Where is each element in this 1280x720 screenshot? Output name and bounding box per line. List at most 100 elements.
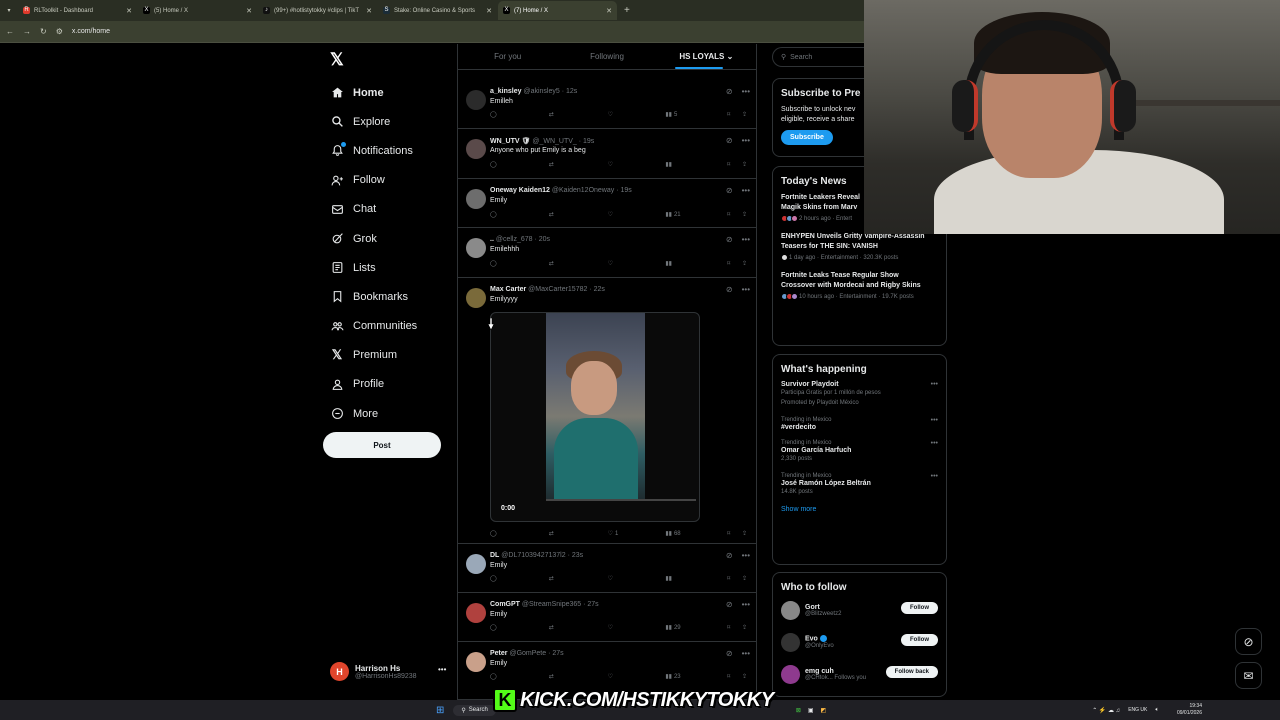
close-icon[interactable]: ✕ xyxy=(126,7,132,15)
close-icon[interactable]: ✕ xyxy=(246,7,252,15)
bookmark-icon[interactable]: ⌑ xyxy=(727,530,742,537)
views-button[interactable]: ▮▮ 21 xyxy=(665,211,727,219)
tab-following[interactable]: Following xyxy=(557,52,656,61)
tweet-author[interactable]: Max Carter xyxy=(490,286,526,293)
tab-hs-loyals[interactable]: HS LOYALS ⌄ xyxy=(657,52,756,61)
reply-icon[interactable]: ◯ xyxy=(490,575,549,582)
url-field[interactable]: x.com/home xyxy=(72,28,110,35)
more-options-icon[interactable]: ••• xyxy=(931,417,938,424)
more-options-icon[interactable]: ••• xyxy=(742,186,750,195)
grok-icon[interactable]: ⊘ xyxy=(1235,628,1262,655)
more-options-icon[interactable]: ••• xyxy=(931,473,938,480)
like-button[interactable]: ♡ 1 xyxy=(608,530,666,538)
browser-tab[interactable]: S Stake: Online Casino & Sports ✕ xyxy=(378,1,497,20)
news-item[interactable]: ENHYPEN Unveils Gritty Vampire-Assassin … xyxy=(781,232,938,261)
more-options-icon[interactable]: ••• xyxy=(742,136,750,145)
avatar[interactable] xyxy=(466,288,486,308)
windows-start-icon[interactable]: ⊞ xyxy=(436,705,444,716)
avatar[interactable] xyxy=(466,554,486,574)
retweet-icon[interactable]: ⇄ xyxy=(549,673,608,680)
sidebar-item-home[interactable]: Home xyxy=(330,78,417,107)
forward-icon[interactable]: → xyxy=(23,27,31,36)
more-options-icon[interactable]: ••• xyxy=(931,381,938,388)
tweet[interactable]: a_kinsley @akinsley5 · 12s ⊘ ••• Emilleh… xyxy=(458,80,756,129)
search-input[interactable]: ⚲ Search xyxy=(772,47,864,67)
more-options-icon[interactable]: ••• xyxy=(931,440,938,447)
tweet[interactable]: Max Carter @MaxCarter15782 · 22s ⊘ ••• E… xyxy=(458,278,756,544)
views-button[interactable]: ▮▮ 23 xyxy=(665,673,727,681)
messages-icon[interactable]: ✉ xyxy=(1235,662,1262,689)
tweet-author[interactable]: WN_UTV 🛡 xyxy=(490,138,530,145)
share-icon[interactable]: ⇪ xyxy=(742,211,750,218)
bookmark-icon[interactable]: ⌑ xyxy=(727,211,742,218)
like-button[interactable]: ♡ xyxy=(608,624,666,631)
share-icon[interactable]: ⇪ xyxy=(742,575,750,582)
grok-icon[interactable]: ⊘ xyxy=(726,551,733,560)
bookmark-icon[interactable]: ⌑ xyxy=(727,624,742,631)
clock[interactable]: 19:34 09/01/2026 xyxy=(1177,703,1202,717)
follow-back-button[interactable]: Follow back xyxy=(885,666,938,678)
grok-icon[interactable]: ⊘ xyxy=(726,235,733,244)
sidebar-item-explore[interactable]: Explore xyxy=(330,107,417,136)
retweet-icon[interactable]: ⇄ xyxy=(549,211,608,218)
video-player[interactable]: 0:00 xyxy=(490,312,700,522)
tweet-author[interactable]: a_kinsley xyxy=(490,88,522,95)
tab-for-you[interactable]: For you xyxy=(458,52,557,61)
close-icon[interactable]: ✕ xyxy=(366,7,372,15)
retweet-icon[interactable]: ⇄ xyxy=(549,260,608,267)
browser-tab[interactable]: X (5) Home / X ✕ xyxy=(138,1,257,20)
reply-icon[interactable]: ◯ xyxy=(490,161,549,168)
like-button[interactable]: ♡ xyxy=(608,211,666,218)
reply-icon[interactable]: ◯ xyxy=(490,530,549,537)
views-button[interactable]: ▮▮ xyxy=(665,260,727,267)
reply-icon[interactable]: ◯ xyxy=(490,624,549,631)
trend-item[interactable]: Trending in Mexico #verdecito ••• xyxy=(781,417,938,431)
sidebar-item-grok[interactable]: Grok xyxy=(330,224,417,253)
volume-icon[interactable]: 🔈︎ xyxy=(1155,707,1159,714)
tweet-author[interactable]: Peter xyxy=(490,650,508,657)
retweet-icon[interactable]: ⇄ xyxy=(549,624,608,631)
more-options-icon[interactable]: ••• xyxy=(742,235,750,244)
bookmark-icon[interactable]: ⌑ xyxy=(727,161,742,168)
share-icon[interactable]: ⇪ xyxy=(742,624,750,631)
taskbar-search[interactable]: ⚲ Search xyxy=(453,704,496,716)
grok-icon[interactable]: ⊘ xyxy=(726,186,733,195)
avatar[interactable] xyxy=(466,652,486,672)
news-item[interactable]: Fortnite Leaks Tease Regular Show Crosso… xyxy=(781,271,938,300)
app-icon[interactable]: ▣ xyxy=(808,707,814,714)
bookmark-icon[interactable]: ⌑ xyxy=(727,111,742,118)
language-indicator[interactable]: ENG UK xyxy=(1128,707,1147,714)
grok-icon[interactable]: ⊘ xyxy=(726,649,733,658)
share-icon[interactable]: ⇪ xyxy=(742,111,750,118)
tweet[interactable]: ComGPT @StreamSnipe365 · 27s ⊘ ••• Emily… xyxy=(458,593,756,642)
avatar[interactable] xyxy=(466,238,486,258)
close-icon[interactable]: ✕ xyxy=(486,7,492,15)
sidebar-item-premium[interactable]: 𝕏 Premium xyxy=(330,341,417,370)
tweet-author[interactable]: Oneway Kaiden12 xyxy=(490,187,550,194)
site-info-icon[interactable]: ⚙ xyxy=(56,27,63,36)
retweet-icon[interactable]: ⇄ xyxy=(549,530,608,537)
share-icon[interactable]: ⇪ xyxy=(742,161,750,168)
avatar[interactable] xyxy=(466,603,486,623)
tweet[interactable]: DL @DL71039427137l2 · 23s ⊘ ••• Emily ◯ … xyxy=(458,544,756,593)
more-options-icon[interactable]: ••• xyxy=(742,87,750,96)
sidebar-item-bookmarks[interactable]: Bookmarks xyxy=(330,282,417,311)
browser-tab-active[interactable]: X (7) Home / X ✕ xyxy=(498,1,617,20)
account-switcher[interactable]: H Harrison Hs @HarrisonHs89238 ••• xyxy=(330,662,446,681)
grok-icon[interactable]: ⊘ xyxy=(726,285,733,294)
share-icon[interactable]: ⇪ xyxy=(742,260,750,267)
avatar[interactable] xyxy=(466,139,486,159)
follow-suggestion[interactable]: Gort @Blitzweetz2 Follow xyxy=(781,599,938,621)
like-button[interactable]: ♡ xyxy=(608,260,666,267)
grok-icon[interactable]: ⊘ xyxy=(726,136,733,145)
retweet-icon[interactable]: ⇄ xyxy=(549,161,608,168)
back-icon[interactable]: ← xyxy=(6,27,14,36)
share-icon[interactable]: ⇪ xyxy=(742,530,750,537)
avatar[interactable] xyxy=(466,189,486,209)
show-more-link[interactable]: Show more xyxy=(781,506,938,513)
more-options-icon[interactable]: ••• xyxy=(438,665,446,674)
share-icon[interactable]: ⇪ xyxy=(742,673,750,680)
retweet-icon[interactable]: ⇄ xyxy=(549,575,608,582)
reply-icon[interactable]: ◯ xyxy=(490,260,549,267)
views-button[interactable]: ▮▮ 68 xyxy=(665,530,727,538)
